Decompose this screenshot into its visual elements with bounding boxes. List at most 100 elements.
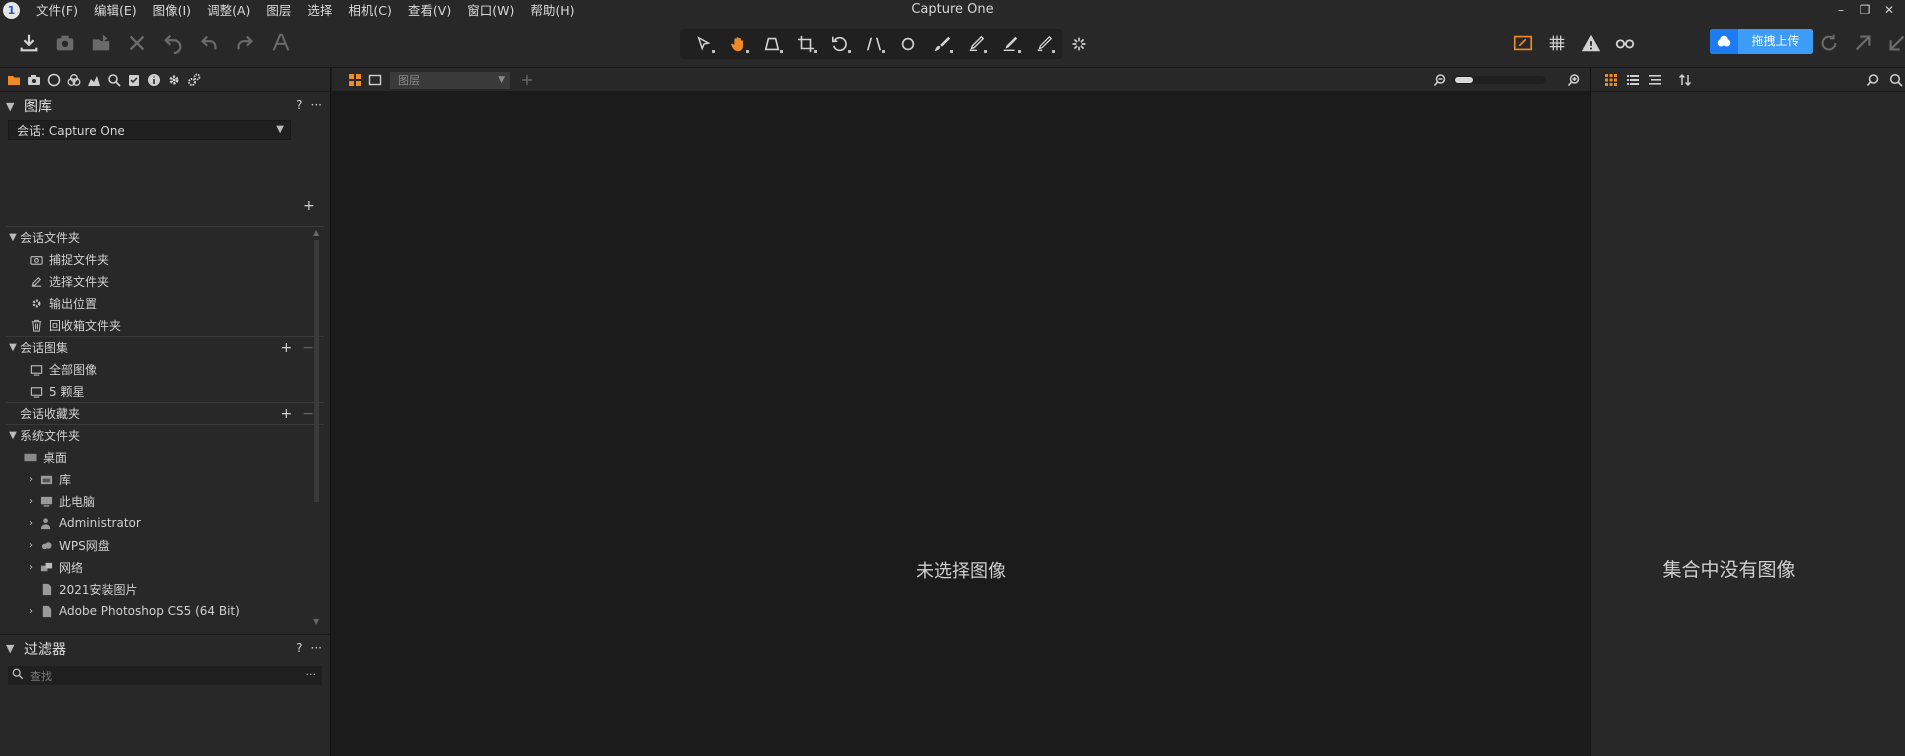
output-tab[interactable] bbox=[164, 70, 184, 90]
straighten-icon[interactable] bbox=[858, 30, 889, 58]
filter-search-input[interactable]: 查找 ··· bbox=[8, 666, 322, 685]
process-in-icon[interactable] bbox=[1882, 28, 1905, 58]
metadata-tab[interactable] bbox=[144, 70, 164, 90]
single-view-icon[interactable] bbox=[366, 71, 384, 89]
reset-icon[interactable] bbox=[158, 28, 188, 58]
tree-item-wps-cloud[interactable]: › WPS网盘 bbox=[6, 534, 324, 556]
tree-item-photoshop-cs5[interactable]: › Adobe Photoshop CS5 (64 Bit) bbox=[6, 600, 324, 622]
spot-removal-icon[interactable] bbox=[892, 30, 923, 58]
scroll-thumb[interactable] bbox=[314, 240, 319, 502]
zoom-slider-knob[interactable] bbox=[1455, 77, 1473, 83]
menu-image[interactable]: 图像(I) bbox=[145, 0, 199, 22]
batch-tab[interactable] bbox=[184, 70, 204, 90]
restore-icon[interactable]: ❐ bbox=[1853, 0, 1877, 22]
loupe-sparkle-icon[interactable] bbox=[1064, 29, 1094, 59]
chevron-right-icon[interactable]: › bbox=[24, 474, 38, 485]
minimize-icon[interactable]: – bbox=[1829, 0, 1853, 22]
menu-adjustments[interactable]: 调整(A) bbox=[199, 0, 258, 22]
keystone-icon[interactable] bbox=[756, 30, 787, 58]
chevron-down-icon[interactable]: ▼ bbox=[6, 232, 20, 243]
tree-item-network[interactable]: › 网络 bbox=[6, 556, 324, 578]
tree-group-session-albums[interactable]: ▼ 会话图集 + − bbox=[6, 336, 324, 358]
more-icon[interactable]: ··· bbox=[306, 668, 317, 681]
tree-item-selects-folder[interactable]: 选择文件夹 bbox=[6, 270, 324, 292]
close-icon[interactable]: ✕ bbox=[1877, 0, 1901, 22]
scroll-down-icon[interactable]: ▼ bbox=[313, 617, 319, 626]
refresh-icon[interactable] bbox=[1814, 28, 1844, 58]
zoom-in-icon[interactable] bbox=[1565, 71, 1583, 89]
capture-tab[interactable] bbox=[24, 70, 44, 90]
adjustments-tab[interactable] bbox=[124, 70, 144, 90]
more-icon[interactable]: ··· bbox=[311, 98, 322, 112]
lens-tab[interactable] bbox=[44, 70, 64, 90]
add-session-icon[interactable]: + bbox=[303, 198, 315, 214]
menu-edit[interactable]: 编辑(E) bbox=[86, 0, 145, 22]
tree-item-output-location[interactable]: 输出位置 bbox=[6, 292, 324, 314]
chevron-right-icon[interactable]: › bbox=[24, 496, 38, 507]
chevron-down-icon[interactable]: ▼ bbox=[6, 342, 20, 353]
list-view-icon[interactable] bbox=[1624, 71, 1642, 89]
chevron-right-icon[interactable]: › bbox=[24, 518, 38, 529]
tree-item-2021-install-images[interactable]: 2021安装图片 bbox=[6, 578, 324, 600]
tree-group-system-folders[interactable]: ▼ 系统文件夹 bbox=[6, 424, 324, 446]
sort-icon[interactable] bbox=[1676, 71, 1694, 89]
menu-camera[interactable]: 相机(C) bbox=[340, 0, 399, 22]
tree-item-five-stars[interactable]: 5 颗星 bbox=[6, 380, 324, 402]
tree-item-library[interactable]: › 库 bbox=[6, 468, 324, 490]
image-viewer[interactable]: 未选择图像 bbox=[332, 92, 1590, 756]
more-icon[interactable]: ··· bbox=[311, 641, 322, 655]
search-icon[interactable] bbox=[1887, 71, 1905, 89]
exposure-warning-icon[interactable] bbox=[1508, 28, 1538, 58]
menu-window[interactable]: 窗口(W) bbox=[459, 0, 522, 22]
warning-icon[interactable] bbox=[1576, 28, 1606, 58]
tree-group-session-favorites[interactable]: 会话收藏夹 + − bbox=[6, 402, 324, 424]
library-tab[interactable] bbox=[4, 70, 24, 90]
tree-item-administrator[interactable]: › Administrator bbox=[6, 512, 324, 534]
tree-item-all-images[interactable]: 全部图像 bbox=[6, 358, 324, 380]
proof-glasses-icon[interactable] bbox=[1610, 28, 1640, 58]
delete-icon[interactable] bbox=[122, 28, 152, 58]
multi-view-icon[interactable] bbox=[346, 71, 364, 89]
crop-icon[interactable] bbox=[790, 30, 821, 58]
filters-header[interactable]: ▼ 过滤器 ? ··· bbox=[0, 634, 330, 662]
rotate-icon[interactable] bbox=[824, 30, 855, 58]
filmstrip-view-icon[interactable] bbox=[1646, 71, 1664, 89]
chevron-right-icon[interactable]: › bbox=[24, 606, 38, 617]
exposure-tab[interactable] bbox=[84, 70, 104, 90]
image-browser[interactable]: 集合中没有图像 bbox=[1590, 92, 1905, 756]
redo-icon[interactable] bbox=[230, 28, 260, 58]
menu-layers[interactable]: 图层 bbox=[258, 0, 299, 22]
grid-overlay-icon[interactable] bbox=[1542, 28, 1572, 58]
select-cursor-icon[interactable] bbox=[688, 30, 719, 58]
scroll-up-icon[interactable]: ▲ bbox=[313, 228, 319, 237]
menu-select[interactable]: 选择 bbox=[299, 0, 340, 22]
tree-group-session-folders[interactable]: ▼ 会话文件夹 bbox=[6, 226, 324, 248]
gradient-mask-icon[interactable] bbox=[1028, 30, 1059, 58]
help-icon[interactable]: ? bbox=[296, 641, 302, 655]
add-layer-icon[interactable] bbox=[518, 71, 536, 89]
menu-file[interactable]: 文件(F) bbox=[28, 0, 86, 22]
tree-item-trash[interactable]: 回收箱文件夹 bbox=[6, 314, 324, 336]
add-album-icon[interactable]: + bbox=[281, 340, 293, 356]
process-out-icon[interactable] bbox=[1848, 28, 1878, 58]
details-tab[interactable] bbox=[104, 70, 124, 90]
tree-item-this-pc[interactable]: › 此电脑 bbox=[6, 490, 324, 512]
add-favorite-icon[interactable]: + bbox=[281, 406, 293, 422]
tree-item-capture-folder[interactable]: 捕捉文件夹 bbox=[6, 248, 324, 270]
tree-item-desktop[interactable]: 桌面 bbox=[6, 446, 324, 468]
chevron-down-icon[interactable]: ▼ bbox=[6, 430, 20, 441]
help-icon[interactable]: ? bbox=[296, 98, 302, 112]
chevron-right-icon[interactable]: › bbox=[24, 540, 38, 551]
session-select[interactable]: 会话: Capture One ▼ bbox=[8, 120, 291, 140]
color-tab[interactable] bbox=[64, 70, 84, 90]
erase-mask-icon[interactable] bbox=[994, 30, 1025, 58]
layer-select[interactable]: 图层 ▼ bbox=[390, 72, 510, 89]
chevron-right-icon[interactable]: › bbox=[24, 562, 38, 573]
grid-view-icon[interactable] bbox=[1602, 71, 1620, 89]
import-icon[interactable] bbox=[14, 28, 44, 58]
menu-help[interactable]: 帮助(H) bbox=[522, 0, 582, 22]
brush-icon[interactable] bbox=[926, 30, 957, 58]
tree-scrollbar[interactable]: ▲ ▼ bbox=[313, 228, 320, 626]
capture-icon[interactable] bbox=[50, 28, 80, 58]
zoom-out-icon[interactable] bbox=[1431, 71, 1449, 89]
